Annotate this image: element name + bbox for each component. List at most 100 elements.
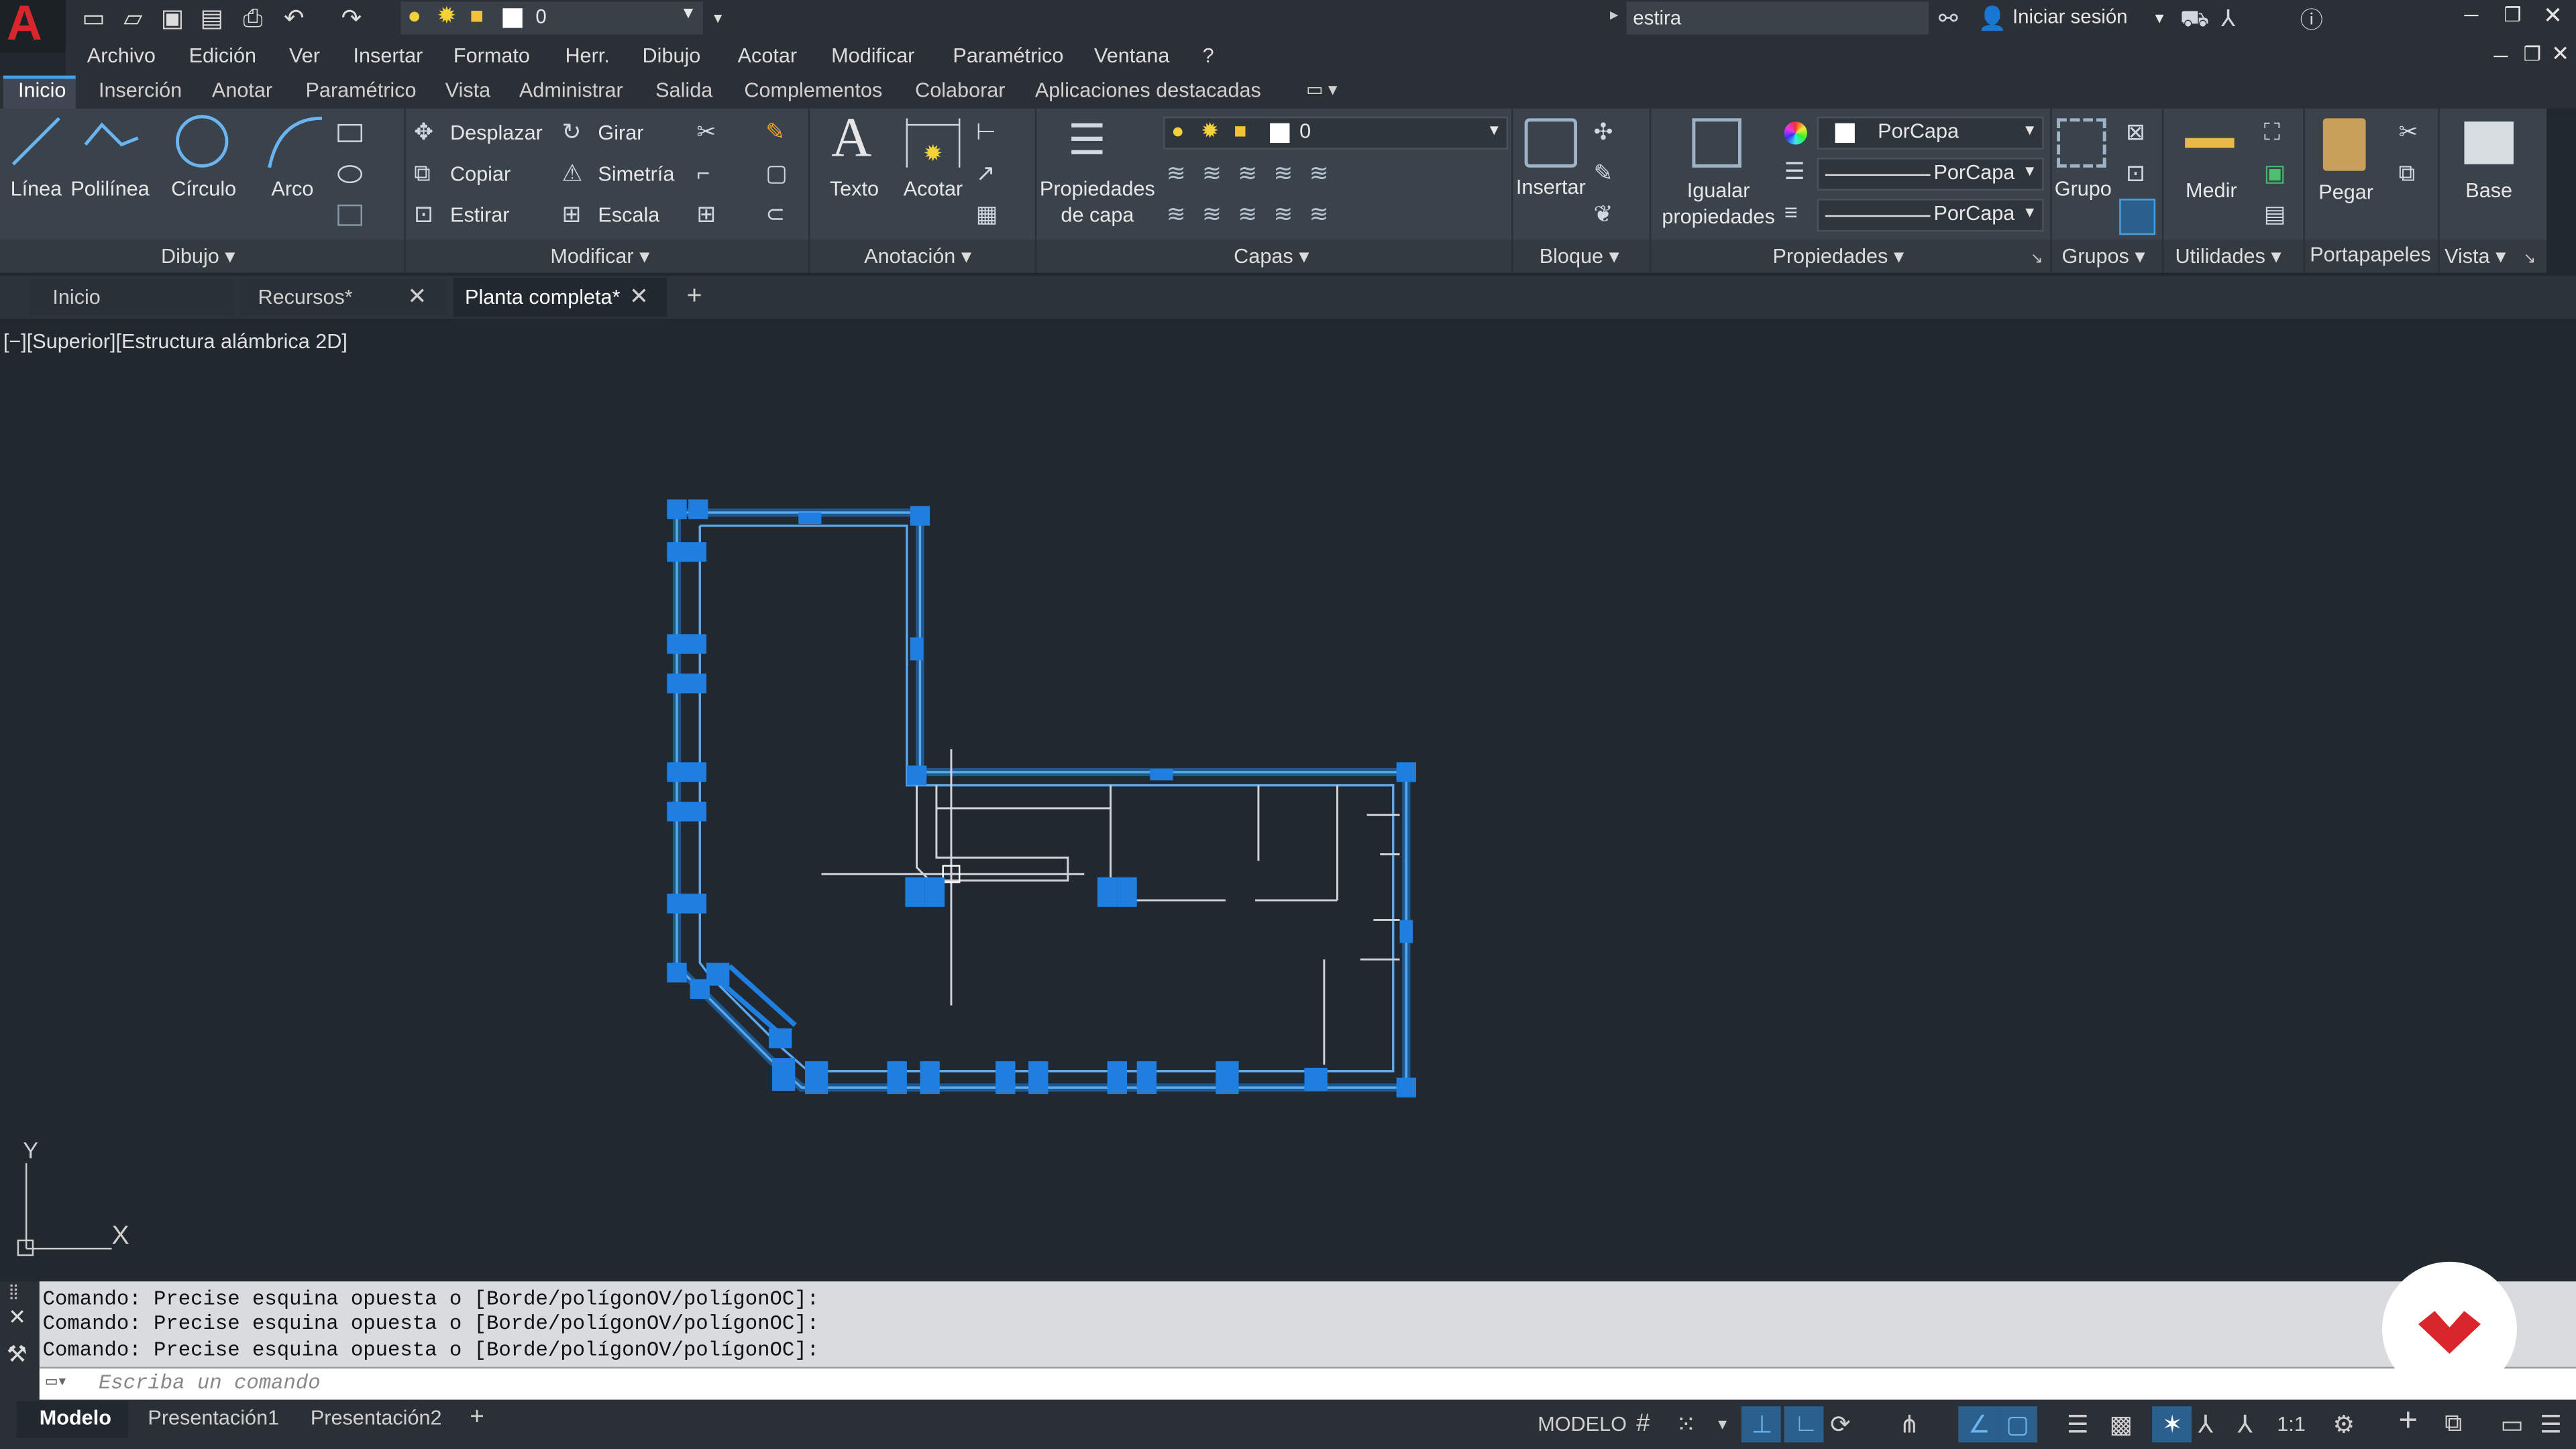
menu-dibujo[interactable]: Dibujo [643, 44, 701, 67]
new-icon[interactable]: ▭ [79, 5, 109, 34]
panel-capas [1035, 108, 1513, 273]
tab-insercion[interactable]: Inserción [99, 79, 182, 102]
chevron-down-icon: ▼ [680, 5, 697, 23]
base-view-tool[interactable]: Base [2455, 179, 2524, 202]
drawing-canvas[interactable] [0, 322, 2576, 1281]
search-arrow-icon: ▸ [1610, 6, 1619, 25]
tab-administrar[interactable]: Administrar [519, 79, 623, 102]
doc-restore-icon[interactable]: ❐ [2524, 43, 2541, 66]
tab-parametrico[interactable]: Paramétrico [306, 79, 417, 102]
panel-label-vista[interactable]: Vista ▾ [2445, 243, 2506, 268]
layout-tab-modelo[interactable]: Modelo [40, 1406, 111, 1429]
help-icon[interactable]: ⓘ [2300, 3, 2323, 36]
fullscreen-icon[interactable]: ▭ [2500, 1409, 2524, 1440]
menu-formato[interactable]: Formato [453, 44, 530, 67]
restore-icon[interactable]: ❐ [2504, 3, 2521, 26]
panel-portapapeles [2303, 108, 2440, 273]
model-space-toggle[interactable]: MODELO [1538, 1413, 1627, 1436]
grip-icon[interactable]: ⣿ [8, 1283, 19, 1301]
add-layout-icon[interactable]: + [470, 1403, 484, 1431]
menu-ventana[interactable]: Ventana [1094, 44, 1169, 67]
app-logo[interactable]: A [0, 0, 66, 53]
doc-close-icon[interactable]: ✕ [2551, 41, 2569, 67]
doc-minimize-icon[interactable]: ─ [2494, 44, 2508, 67]
layout-tab-presentacion2[interactable]: Presentación2 [311, 1406, 442, 1429]
menu-modificar[interactable]: Modificar [831, 44, 914, 67]
snap-icon[interactable]: ⁙ [1676, 1409, 1697, 1440]
add-tab-icon[interactable]: + [687, 282, 702, 315]
open-icon[interactable]: ▱ [118, 5, 148, 34]
lock-icon: ■ [470, 1, 484, 28]
menu-acotar[interactable]: Acotar [738, 44, 798, 67]
brand-logo-icon [2418, 1311, 2481, 1354]
layout-tab-presentacion1[interactable]: Presentación1 [148, 1406, 279, 1429]
tab-complementos[interactable]: Complementos [744, 79, 882, 102]
ucs-x-label: X [111, 1222, 129, 1250]
customize-qa-icon[interactable]: ▾ [703, 5, 733, 34]
polar-icon[interactable]: ⟳ [1830, 1409, 1851, 1440]
chevron-down-icon[interactable]: ▼ [2152, 10, 2167, 26]
gear-icon[interactable]: ⚙ [2333, 1409, 2355, 1440]
close-icon[interactable]: ✕ [8, 1304, 26, 1330]
layer-quick-select[interactable]: ● ✹ ■ 0 ▼ [400, 1, 704, 35]
menu-help[interactable]: ? [1203, 44, 1214, 67]
close-icon[interactable]: ✕ [629, 282, 649, 315]
autodesk-app-icon[interactable]: ⅄ [2221, 5, 2235, 33]
undo-icon[interactable]: ↶ [279, 5, 309, 34]
grid-icon[interactable]: # [1636, 1409, 1650, 1438]
tab-vista[interactable]: Vista [445, 79, 491, 102]
isolate-icon[interactable]: ⧉ [2445, 1409, 2462, 1438]
binoculars-icon[interactable]: ⚯ [1939, 5, 1958, 33]
command-placeholder: Escriba un comando [98, 1371, 321, 1395]
wrench-icon[interactable]: ⚒ [7, 1340, 28, 1368]
save-as-icon[interactable]: ▤ [197, 5, 227, 34]
menu-archivo[interactable]: Archivo [87, 44, 156, 67]
command-history-line: Comando: Precise esquina opuesta o [Bord… [42, 1338, 820, 1362]
menu-insertar[interactable]: Insertar [354, 44, 423, 67]
autoscale-icon[interactable]: ⅄ [2238, 1409, 2253, 1440]
close-icon[interactable]: ✕ [407, 282, 427, 315]
base-view-icon [2464, 121, 2514, 164]
save-icon[interactable]: ▣ [158, 5, 187, 34]
command-history-line: Comando: Precise esquina opuesta o [Bord… [42, 1312, 820, 1336]
floor-plan [17, 499, 1417, 1256]
tab-colaborar[interactable]: Colaborar [915, 79, 1005, 102]
menu-ver[interactable]: Ver [289, 44, 320, 67]
command-input[interactable]: ▭▾ Escriba un comando [39, 1366, 2576, 1400]
tracking-icon: ∠ [1968, 1411, 1990, 1440]
signin-link[interactable]: Iniciar sesión [2012, 5, 2128, 28]
panel-modificar [404, 108, 810, 273]
chevron-down-icon[interactable]: ▼ [1715, 1416, 1730, 1432]
ucs-icon [17, 1163, 112, 1256]
menu-parametrico[interactable]: Paramétrico [953, 44, 1063, 67]
annotation-scale[interactable]: 1:1 [2277, 1413, 2306, 1436]
layer-color-swatch [502, 8, 523, 28]
search-input[interactable]: estira [1626, 1, 1929, 35]
isometric-icon[interactable]: ⋔ [1899, 1409, 1920, 1440]
print-icon[interactable]: ⎙ [238, 5, 268, 34]
lineweight-display-icon[interactable]: ☰ [2067, 1409, 2089, 1440]
transparency-icon[interactable]: ▩ [2109, 1409, 2133, 1440]
tab-salida[interactable]: Salida [655, 79, 712, 102]
annotation-visibility-icon[interactable]: ⅄ [2198, 1409, 2213, 1440]
close-icon[interactable]: ✕ [2543, 1, 2563, 30]
menu-herr[interactable]: Herr. [565, 44, 609, 67]
panel-bloque [1511, 108, 1652, 273]
tab-anotar[interactable]: Anotar [212, 79, 272, 102]
cart-icon[interactable]: ⛟ [2180, 5, 2209, 36]
redo-icon[interactable]: ↷ [337, 5, 366, 34]
plus-icon[interactable]: + [2399, 1403, 2418, 1440]
tab-aplicaciones[interactable]: Aplicaciones destacadas [1035, 79, 1261, 102]
minimize-icon[interactable]: ─ [2464, 3, 2478, 26]
menu-icon[interactable]: ☰ [2540, 1409, 2562, 1440]
tab-inicio[interactable]: Inicio [18, 79, 66, 102]
panel-expand-icon[interactable]: ↘ [2524, 250, 2536, 268]
menu-bar [65, 39, 2576, 76]
ribbon-options-icon[interactable]: ▭ ▾ [1306, 79, 1337, 100]
doc-tab-inicio[interactable]: Inicio [52, 286, 100, 319]
menu-edicion[interactable]: Edición [189, 44, 256, 67]
dynamic-input-icon: ⊥ [1751, 1411, 1773, 1440]
doc-tab-recursos[interactable]: Recursos* [258, 286, 352, 319]
command-history-line: Comando: Precise esquina opuesta o [Bord… [42, 1288, 820, 1311]
doc-tab-planta[interactable]: Planta completa* [465, 286, 620, 319]
